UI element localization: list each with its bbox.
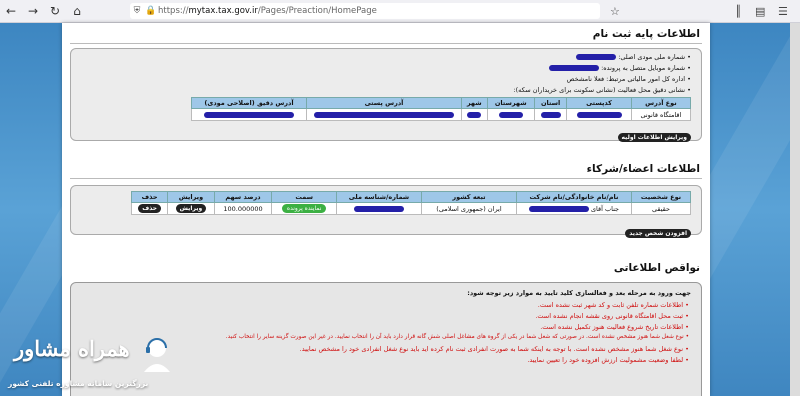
logo-title: همراه مشاور bbox=[14, 336, 130, 361]
divider bbox=[70, 43, 702, 44]
col-postal-code: کدپستی bbox=[566, 97, 632, 109]
col-delete: حذف bbox=[130, 191, 169, 203]
role-badge: نماینده پرونده bbox=[281, 204, 327, 213]
delete-member-button[interactable]: حذف bbox=[138, 204, 162, 213]
add-member-button[interactable]: افزودن شخص جدید bbox=[625, 220, 691, 239]
cell-redacted bbox=[566, 108, 632, 121]
cell-redacted bbox=[191, 108, 307, 121]
scrollbar[interactable] bbox=[790, 23, 800, 396]
col-edit: ویرایش bbox=[167, 191, 215, 203]
deficiencies-title: نواقص اطلاعاتی bbox=[613, 262, 700, 274]
col-province: استان bbox=[533, 97, 568, 109]
col-city: شهر bbox=[461, 97, 488, 109]
basic-info-box: شماره ملی مودی اصلی: شماره موبایل متصل ب… bbox=[70, 48, 702, 143]
forward-icon[interactable]: → bbox=[22, 0, 44, 22]
deficiencies-intro: جهت ورود به مرحله بعد و فعالسازی کلید تا… bbox=[467, 289, 691, 297]
bullet-address: نشانی دقیق محل فعالیت (نشانی سکونت برای … bbox=[513, 86, 691, 94]
bullet-tax-office: اداره کل امور مالیاتی مرتبط: فعلا نامشخص bbox=[567, 75, 691, 83]
cell-edit: ویرایش bbox=[167, 202, 215, 215]
table-row: حقیقی جناب آقای ایران (جمهوری اسلامی) نم… bbox=[130, 202, 692, 215]
shield-icon: ⛨ bbox=[133, 6, 141, 16]
cell-country: ایران (جمهوری اسلامی) bbox=[420, 202, 517, 215]
col-address-type: نوع آدرس bbox=[630, 97, 692, 109]
col-role: سمت bbox=[271, 191, 337, 203]
edit-member-button[interactable]: ویرایش bbox=[175, 204, 207, 213]
back-icon[interactable]: ← bbox=[0, 0, 22, 22]
basic-info-title: اطلاعات پایه ثبت نام bbox=[592, 28, 700, 40]
url-prefix: https:// bbox=[158, 6, 189, 16]
cell-share: 100.000000 bbox=[213, 202, 273, 215]
deficiency-item: نوع شغل شما هنوز مشخص نشده است. در صورتی… bbox=[226, 334, 689, 340]
deficiency-item: نوع شغل شما هنوز مشخص نشده است. با توجه … bbox=[300, 345, 689, 353]
deficiency-item: ثبت محل اقامتگاه قانونی روی نقشه انجام ن… bbox=[535, 312, 689, 320]
members-box: نوع شخصیت نام/نام خانوادگی/نام شرکت تبعه… bbox=[70, 185, 702, 238]
table-row: اقامتگاه قانونی bbox=[191, 108, 692, 121]
members-table: نوع شخصیت نام/نام خانوادگی/نام شرکت تبعه… bbox=[130, 191, 692, 215]
logo-subtitle: بزرگترین سامانه مشاوره تلفنی کشور bbox=[8, 379, 149, 388]
deficiency-item: اطلاعات تاریخ شروع فعالیت هنوز تکمیل نشد… bbox=[540, 323, 689, 331]
url-path: /Pages/Preaction/HomePage bbox=[257, 6, 377, 16]
cell-address-type: اقامتگاه قانونی bbox=[630, 108, 692, 121]
cell-name: جناب آقای bbox=[515, 202, 632, 215]
col-national-id: شماره/شناسه ملی bbox=[335, 191, 422, 203]
sidebar-icon[interactable]: ▤ bbox=[755, 0, 765, 22]
col-country: تبعه کشور bbox=[420, 191, 517, 203]
home-icon[interactable]: ⌂ bbox=[66, 0, 88, 22]
deficiency-item: اطلاعات شماره تلفن ثابت و کد شهر ثبت نشد… bbox=[538, 301, 689, 309]
watermark-logo: همراه مشاور بزرگترین سامانه مشاوره تلفنی… bbox=[0, 330, 180, 396]
deficiency-item: لطفا وضعیت مشمولیت ارزش افزوده خود را تع… bbox=[527, 356, 689, 364]
members-title: اطلاعات اعضاء/شرکاء bbox=[586, 163, 700, 175]
bookmark-star-icon[interactable]: ☆ bbox=[610, 0, 620, 22]
bullet-national-id: شماره ملی مودی اصلی: bbox=[576, 53, 691, 61]
cell-person-type: حقیقی bbox=[630, 202, 692, 215]
cell-redacted bbox=[461, 108, 488, 121]
library-icon[interactable]: ║ bbox=[735, 0, 742, 22]
menu-icon[interactable]: ☰ bbox=[778, 0, 788, 22]
bullet-mobile: شماره موبایل متصل به پرونده: bbox=[549, 64, 691, 72]
col-postal-address: آدرس پستی bbox=[306, 97, 462, 109]
lock-icon: 🔒 bbox=[145, 6, 157, 16]
address-table: نوع آدرس کدپستی استان شهرستان شهر آدرس پ… bbox=[191, 97, 692, 121]
col-name: نام/نام خانوادگی/نام شرکت bbox=[515, 191, 632, 203]
edit-basic-info-button[interactable]: ویرایش اطلاعات اولیه bbox=[617, 124, 691, 143]
cell-redacted bbox=[533, 108, 568, 121]
col-share: درصد سهم bbox=[213, 191, 273, 203]
address-bar[interactable]: ⛨ 🔒 https://mytax.tax.gov.ir/Pages/Preac… bbox=[130, 3, 600, 19]
col-person-type: نوع شخصیت bbox=[630, 191, 692, 203]
cell-national-id bbox=[335, 202, 422, 215]
cell-redacted bbox=[306, 108, 462, 121]
url-domain: mytax.tax.gov.ir bbox=[188, 6, 258, 16]
reload-icon[interactable]: ↻ bbox=[44, 0, 66, 22]
cell-delete: حذف bbox=[130, 202, 169, 215]
cell-redacted bbox=[486, 108, 535, 121]
cell-role: نماینده پرونده bbox=[271, 202, 337, 215]
divider bbox=[70, 178, 702, 179]
col-county: شهرستان bbox=[486, 97, 535, 109]
headset-person-icon bbox=[144, 338, 170, 372]
col-exact-address: آدرس دقیق (اصلاحی مودی) bbox=[191, 97, 307, 109]
